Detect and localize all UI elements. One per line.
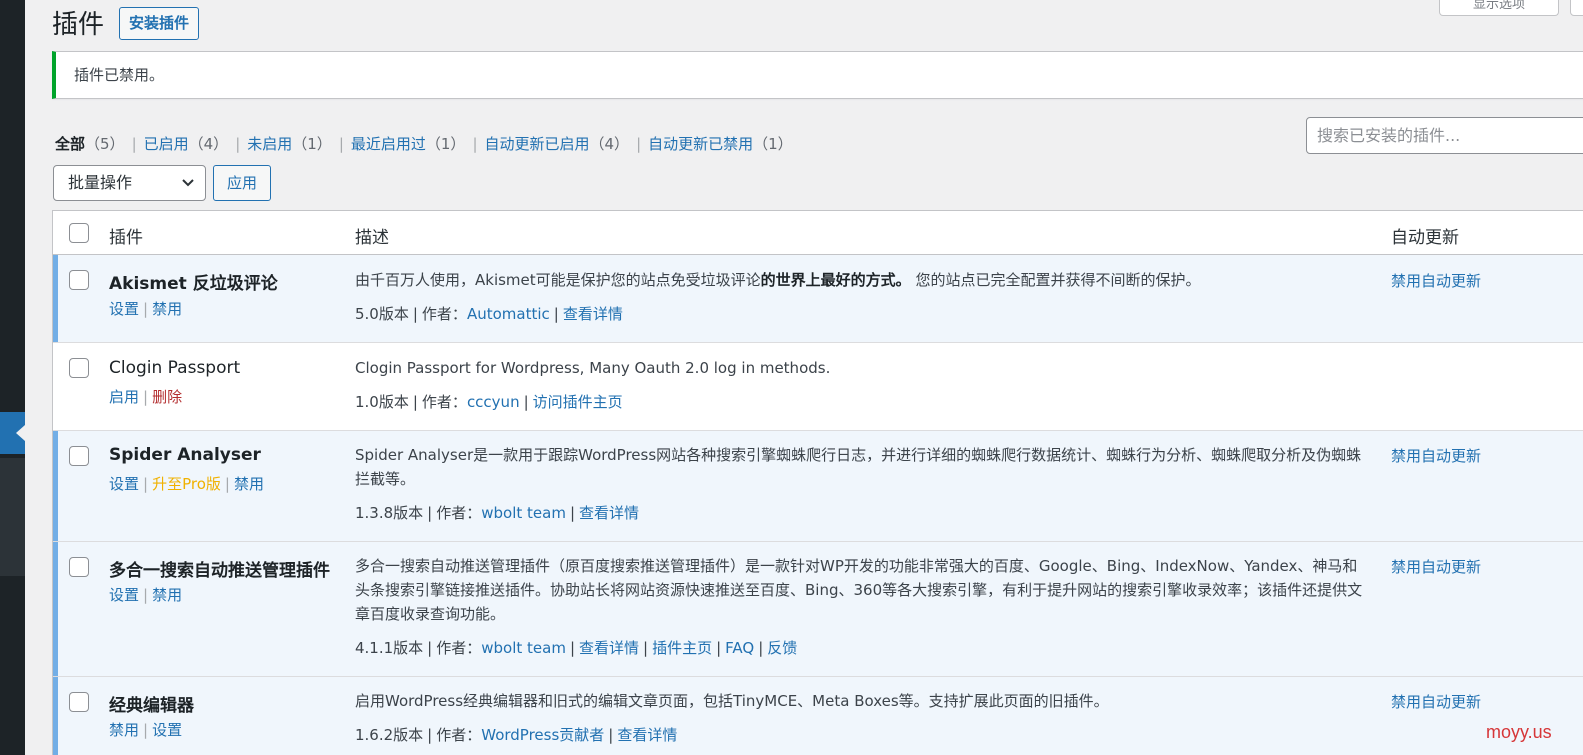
filter-active[interactable]: 已启用（4）: [144, 135, 229, 153]
apply-button[interactable]: 应用: [213, 165, 271, 201]
column-header-auto-update: 自动更新: [1391, 228, 1459, 248]
row-actions: 禁用 | 设置: [109, 721, 183, 739]
settings-link[interactable]: 设置: [109, 475, 139, 493]
notice-text: 插件已禁用。: [74, 66, 165, 84]
author-link[interactable]: WordPress贡献者: [481, 726, 604, 744]
row-actions: 设置 | 禁用: [109, 300, 183, 318]
settings-link[interactable]: 设置: [109, 586, 139, 604]
column-header-plugin[interactable]: 插件: [109, 223, 143, 248]
filter-all[interactable]: 全部（5）: [55, 135, 125, 153]
disable-auto-update-link[interactable]: 禁用自动更新: [1391, 691, 1481, 712]
row-actions: 设置 | 禁用: [109, 586, 183, 604]
view-details-link[interactable]: 查看详情: [579, 504, 639, 522]
view-details-link[interactable]: 查看详情: [617, 726, 677, 744]
view-details-link[interactable]: 查看详情: [563, 305, 623, 323]
bulk-action-select[interactable]: 批量操作: [53, 165, 206, 201]
plugin-name: 经典编辑器: [109, 696, 194, 716]
plugin-meta: 1.6.2版本 | 作者：WordPress贡献者 | 查看详情: [355, 726, 678, 744]
settings-link[interactable]: 设置: [109, 300, 139, 318]
plugin-description: 启用WordPress经典编辑器和旧式的编辑文章页面，包括TinyMCE、Met…: [355, 692, 1109, 710]
row-checkbox[interactable]: [69, 692, 89, 712]
admin-sidebar: [0, 0, 25, 755]
plugin-description: 由千百万人使用，Akismet可能是保护您的站点免受垃圾评论的世界上最好的方式。…: [355, 271, 1201, 289]
plugin-meta: 1.3.8版本 | 作者：wbolt team | 查看详情: [355, 504, 640, 522]
plugin-name: Akismet 反垃圾评论: [109, 274, 278, 294]
view-details-link[interactable]: 查看详情: [579, 639, 639, 657]
plugin-status-filters: 全部（5） | 已启用（4） | 未启用（1） | 最近启用过（1） | 自动更新已启用（4） |…: [55, 135, 793, 153]
author-link[interactable]: Automattic: [467, 305, 550, 323]
page-title: 插件: [52, 10, 105, 40]
table-row: Spider Analyser 设置 | 升至Pro版 | 禁用 Spider Anal…: [53, 431, 1583, 542]
deactivate-link[interactable]: 禁用: [234, 475, 264, 493]
plugin-description: 多合一搜索自动推送管理插件（原百度搜索推送管理插件）是一款针对WP开发的功能非常…: [355, 557, 1363, 623]
select-all-checkbox[interactable]: [69, 223, 89, 243]
feedback-link[interactable]: 反馈: [767, 639, 797, 657]
sidebar-submenu-area: [0, 458, 25, 576]
table-row: 多合一搜索自动推送管理插件 设置 | 禁用 多合一搜索自动推送管理插件（原百度搜索推…: [53, 542, 1583, 677]
upgrade-pro-link[interactable]: 升至Pro版: [152, 475, 221, 493]
disable-auto-update-link[interactable]: 禁用自动更新: [1391, 445, 1481, 466]
table-header: 插件 描述 自动更新: [53, 211, 1583, 255]
table-row: Akismet 反垃圾评论 设置 | 禁用 由千百万人使用，Akismet可能是保护…: [53, 255, 1583, 343]
plugin-name: Spider Analyser: [109, 445, 261, 465]
chevron-down-icon: [181, 166, 195, 213]
row-actions: 启用 | 删除: [109, 388, 183, 406]
plugin-description: Spider Analyser是一款用于跟踪WordPress网站各种搜索引擎蜘…: [355, 446, 1362, 488]
screen-options-button[interactable]: 显示选项: [1439, 0, 1559, 16]
plugin-homepage-link[interactable]: 插件主页: [652, 639, 712, 657]
row-actions: 设置 | 升至Pro版 | 禁用: [109, 475, 264, 493]
table-row: 经典编辑器 禁用 | 设置 启用WordPress经典编辑器和旧式的编辑文章页面，包…: [53, 677, 1583, 755]
plugin-homepage-link[interactable]: 访问插件主页: [533, 393, 623, 411]
plugin-meta: 4.1.1版本 | 作者：wbolt team | 查看详情 | 插件主页 | FAQ | 反馈: [355, 639, 798, 657]
help-tab-button[interactable]: [1570, 0, 1583, 16]
faq-link[interactable]: FAQ: [725, 639, 754, 657]
filter-auto-update-disabled[interactable]: 自动更新已禁用（1）: [648, 135, 793, 153]
disable-auto-update-link[interactable]: 禁用自动更新: [1391, 556, 1481, 577]
current-menu-arrow-icon: [16, 425, 25, 441]
row-checkbox[interactable]: [69, 446, 89, 466]
filter-recently-active[interactable]: 最近启用过（1）: [351, 135, 466, 153]
plugin-deactivated-notice: 插件已禁用。: [52, 51, 1583, 99]
plugins-table: 插件 描述 自动更新 Akismet 反垃圾评论 设置 | 禁用 由千百万人使用，A…: [52, 210, 1583, 755]
filter-inactive[interactable]: 未启用（1）: [247, 135, 332, 153]
row-checkbox[interactable]: [69, 358, 89, 378]
author-link[interactable]: wbolt team: [481, 504, 566, 522]
settings-link[interactable]: 设置: [152, 721, 182, 739]
plugin-name: 多合一搜索自动推送管理插件: [109, 561, 330, 581]
plugin-search-input[interactable]: 搜索已安装的插件...: [1306, 117, 1583, 154]
plugin-name: Clogin Passport: [109, 358, 241, 378]
table-row: Clogin Passport 启用 | 删除 Clogin Passport fo…: [53, 343, 1583, 431]
add-plugin-button[interactable]: 安装插件: [119, 7, 200, 40]
deactivate-link[interactable]: 禁用: [109, 721, 139, 739]
disable-auto-update-link[interactable]: 禁用自动更新: [1391, 270, 1481, 291]
author-link[interactable]: wbolt team: [481, 639, 566, 657]
plugin-meta: 1.0版本 | 作者：cccyun | 访问插件主页: [355, 393, 623, 411]
author-link[interactable]: cccyun: [467, 393, 520, 411]
plugin-description: Clogin Passport for Wordpress, Many Oaut…: [355, 359, 831, 377]
activate-link[interactable]: 启用: [109, 388, 139, 406]
plugin-meta: 5.0版本 | 作者：Automattic | 查看详情: [355, 305, 623, 323]
filter-auto-update-enabled[interactable]: 自动更新已启用（4）: [485, 135, 630, 153]
deactivate-link[interactable]: 禁用: [152, 586, 182, 604]
delete-link[interactable]: 删除: [152, 388, 182, 406]
deactivate-link[interactable]: 禁用: [152, 300, 182, 318]
row-checkbox[interactable]: [69, 270, 89, 290]
column-header-description: 描述: [355, 228, 389, 248]
row-checkbox[interactable]: [69, 557, 89, 577]
watermark-text: moyy.us: [1486, 722, 1552, 742]
